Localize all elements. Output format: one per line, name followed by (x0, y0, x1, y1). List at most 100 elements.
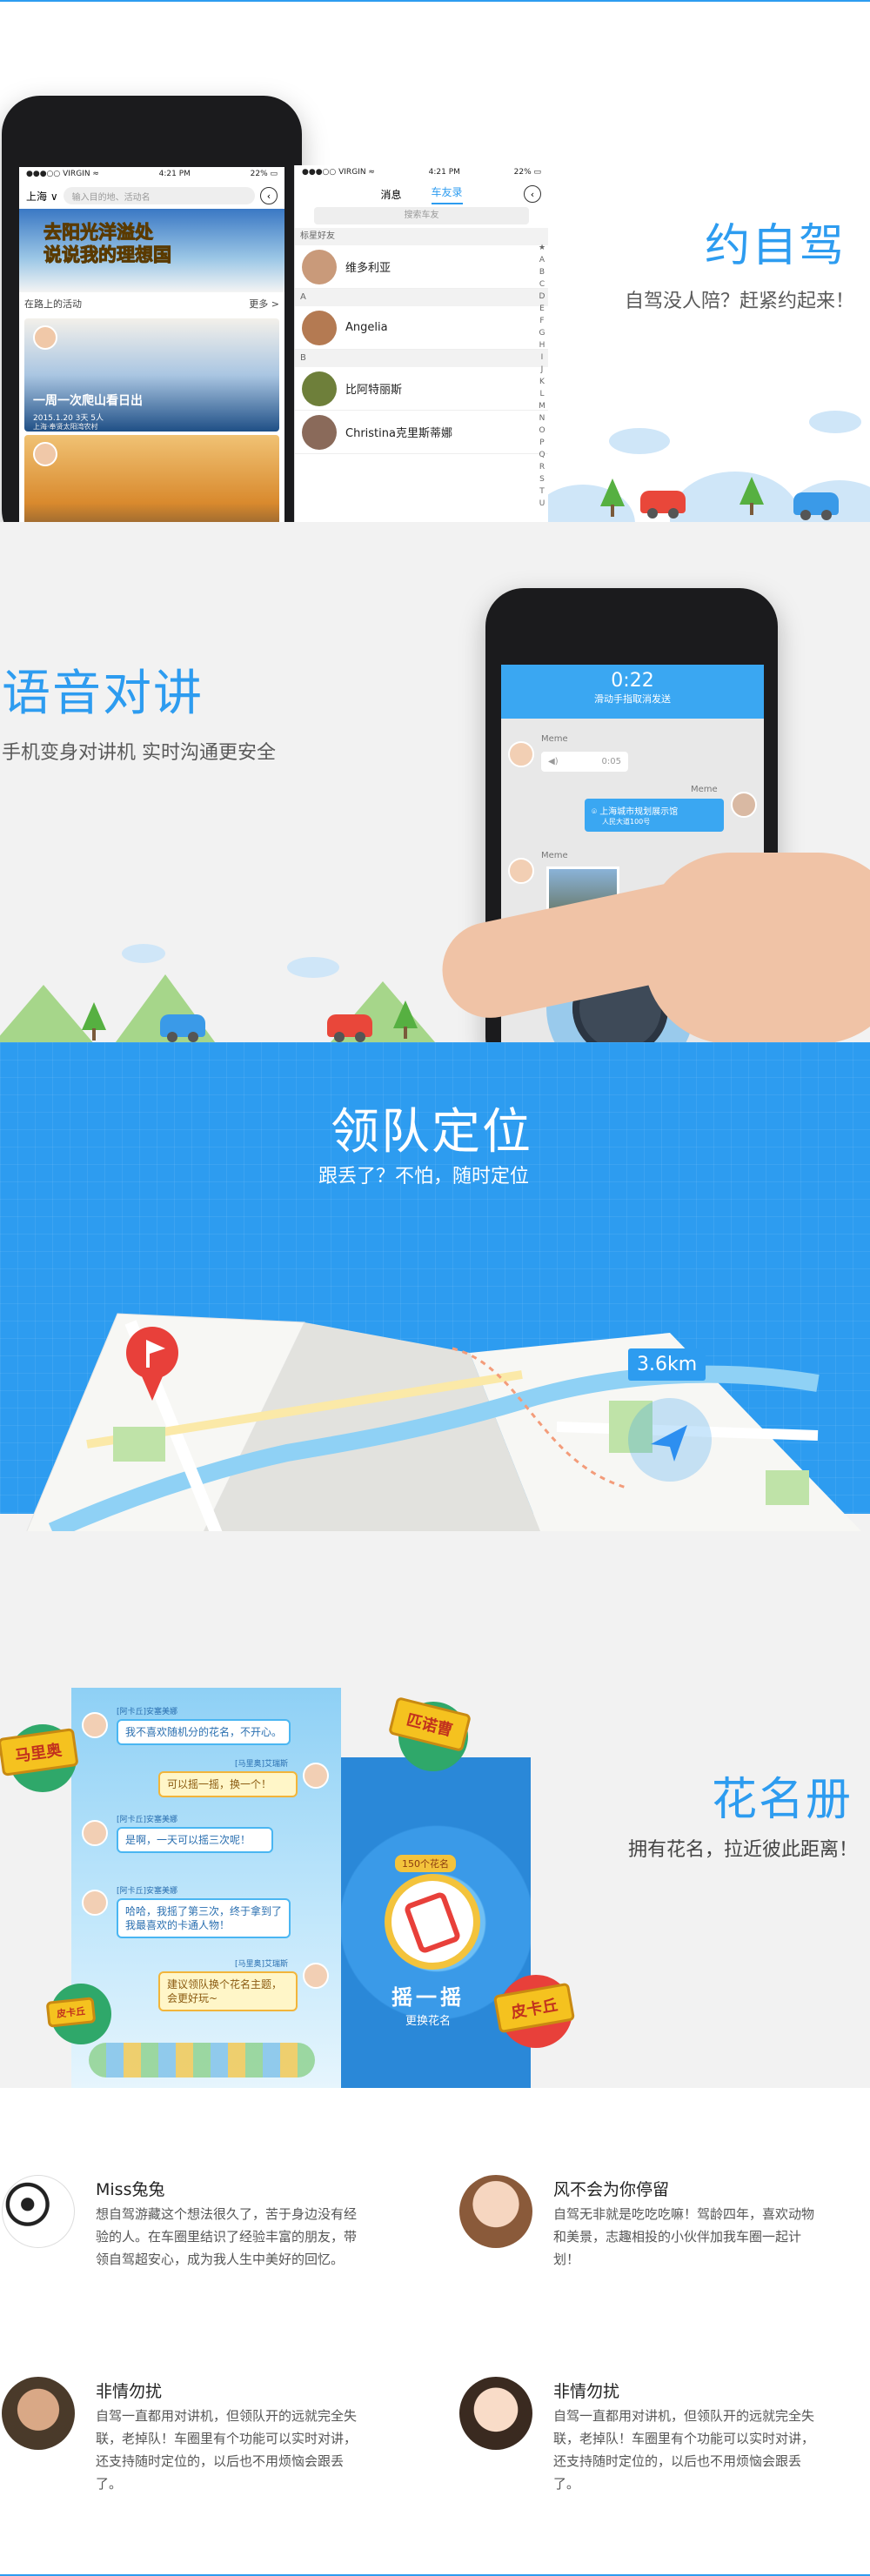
alphabet-index-letter[interactable]: E (538, 303, 546, 315)
destination-search-input[interactable]: 输入目的地、活动名 (63, 187, 255, 204)
alphabet-index-letter[interactable]: A (538, 254, 546, 266)
location-message[interactable]: ⌾ 上海城市规划展示馆 人民大道100号 (585, 799, 724, 832)
nickname-tag: 皮卡丘 (45, 1997, 97, 2028)
activity-section-label: 在路上的活动 (24, 298, 82, 310)
sender-name: Meme (541, 734, 568, 744)
avatar (82, 1890, 108, 1916)
alphabet-index-letter[interactable]: U (538, 498, 546, 510)
avatar (2, 2175, 75, 2248)
tree-decor (82, 1002, 106, 1040)
alphabet-index-letter[interactable]: G (538, 327, 546, 339)
avatar (302, 371, 337, 406)
section-title: 花名册 (712, 1774, 853, 1826)
nickname-count-badge: 150个花名 (395, 1855, 456, 1872)
car-decor (160, 1014, 205, 1042)
review-text: 自驾一直都用对讲机，但领队开的远就完全失联，老掉队！车圈里有个功能可以实时对讲，… (553, 2408, 815, 2492)
status-bar: ●●●○○ VIRGIN ≈ 4:21 PM 22% ▭ (295, 165, 548, 181)
alphabet-index-letter[interactable]: I (538, 351, 546, 364)
section-voice-intercom: 语音对讲 手机变身对讲机 实时沟通更安全 0:22 滑动手指取消发送 Meme … (0, 522, 870, 1042)
park-area (113, 1427, 165, 1462)
shake-phone-icon[interactable] (385, 1874, 480, 1970)
alphabet-index[interactable]: ★ A B C D E F G H I J K L M N O P Q R S T U (538, 242, 546, 510)
location-pin-icon: ⌾ (592, 807, 597, 817)
alphabet-index-letter[interactable]: N (538, 412, 546, 425)
back-icon[interactable]: ‹ (260, 187, 278, 204)
contact-name: 比阿特丽斯 (345, 384, 403, 397)
alphabet-index-letter[interactable]: Q (538, 449, 546, 461)
contact-search-input[interactable]: 搜索车友 (314, 207, 529, 224)
contact-row[interactable]: Christina克里斯蒂娜 (295, 411, 548, 454)
alphabet-index-letter[interactable]: R (538, 461, 546, 473)
voice-message[interactable]: ◀) 0:05 (541, 752, 628, 772)
battery-label: 22% ▭ (250, 170, 278, 178)
section-nickname-roster: 花名册 拥有花名，拉近彼此距离！ [阿卡丘]安塞美娜 我不喜欢随机分的花名，不开… (0, 1531, 870, 2088)
alphabet-index-letter[interactable]: P (538, 437, 546, 449)
contact-row[interactable]: 维多利亚 (295, 245, 548, 289)
avatar (33, 442, 57, 466)
alphabet-index-letter[interactable]: D (538, 291, 546, 303)
cancel-hint: 滑动手指取消发送 (594, 693, 671, 705)
activity-location: 上海·奉贤太阳湾农村 (33, 423, 98, 431)
contacts-screen: ●●●○○ VIRGIN ≈ 4:21 PM 22% ▭ 消息 车友录 ‹ 搜索… (294, 165, 548, 522)
cloud-decor (609, 428, 670, 454)
search-placeholder: 输入目的地、活动名 (71, 192, 151, 203)
tab-messages[interactable]: 消息 (380, 187, 401, 202)
car-decor (640, 491, 686, 519)
avatar (459, 2175, 532, 2248)
contact-row[interactable]: 比阿特丽斯 (295, 367, 548, 411)
contact-name: Angelia (345, 321, 388, 334)
chat-message: 我不喜欢随机分的花名，不开心。 (117, 1719, 291, 1745)
section-subtitle: 手机变身对讲机 实时沟通更安全 (2, 742, 276, 764)
alphabet-index-letter[interactable]: B (538, 266, 546, 278)
activity-card[interactable]: 一周一次爬山看日出 2015.1.20 3天 5人 上海·奉贤太阳湾农村 (24, 318, 279, 432)
clock-label: 4:21 PM (428, 168, 460, 177)
carrier-label: ●●●○○ VIRGIN ≈ (302, 168, 375, 177)
car-decor (327, 1014, 372, 1042)
chat-sender: [阿卡丘]安塞美娜 (117, 1816, 178, 1824)
shake-label[interactable]: 摇一摇 (392, 1980, 465, 2011)
activity-card[interactable] (24, 435, 279, 522)
tab-contacts[interactable]: 车友录 (431, 184, 463, 204)
review-author: 风不会为你停留 (553, 2180, 670, 2199)
group-header-starred: 标星好友 (295, 228, 548, 245)
review-author: 非情勿扰 (96, 2382, 163, 2401)
contact-row[interactable]: Angelia (295, 306, 548, 350)
section-subtitle: 跟丢了？不怕，随时定位 (318, 1166, 530, 1188)
alphabet-index-letter[interactable]: ★ (538, 242, 546, 254)
chat-sender: [马里奥]艾瑞斯 (235, 1760, 289, 1769)
avatar (302, 249, 337, 284)
alphabet-index-letter[interactable]: S (538, 473, 546, 485)
page: 约自驾 自驾没人陪？赶紧约起来！ ●●●○○ VIRGIN ≈ 4:21 PM … (0, 0, 870, 2576)
alphabet-index-letter[interactable]: J (538, 364, 546, 376)
tree-decor (740, 477, 764, 515)
recording-timer: 0:22 (611, 670, 654, 692)
alphabet-index-letter[interactable]: L (538, 388, 546, 400)
alphabet-index-letter[interactable]: H (538, 339, 546, 351)
avatar (302, 310, 337, 345)
phone-glyph (403, 1890, 462, 1955)
banner-line-1: 去阳光洋溢处 (44, 222, 154, 244)
location-title: 上海城市规划展示馆 (599, 807, 679, 817)
chat-message: 是啊，一天可以摇三次呢！ (117, 1827, 273, 1853)
voice-duration: 0:05 (601, 757, 621, 766)
alphabet-index-letter[interactable]: M (538, 400, 546, 412)
cloud-decor (670, 472, 800, 522)
alphabet-index-letter[interactable]: K (538, 376, 546, 388)
recording-header: 0:22 滑动手指取消发送 (501, 665, 764, 719)
alphabet-index-letter[interactable]: O (538, 425, 546, 437)
avatar (508, 741, 534, 767)
promo-banner[interactable]: 去阳光洋溢处 说说我的理想国 (19, 209, 284, 292)
city-selector[interactable]: 上海 ∨ (26, 189, 58, 204)
shake-panel: 150个花名 摇一摇 更换花名 (341, 1757, 531, 2088)
more-link[interactable]: 更多 > (249, 297, 279, 311)
shake-sublabel: 更换花名 (405, 2015, 452, 2028)
back-icon[interactable]: ‹ (524, 185, 541, 203)
cloud-decor (809, 411, 861, 433)
alphabet-index-letter[interactable]: F (538, 315, 546, 327)
distance-badge: 3.6km (628, 1348, 706, 1381)
chat-message: 建议领队换个花名主题，会更好玩~ (158, 1971, 298, 2011)
contact-name: 维多利亚 (345, 262, 392, 275)
alphabet-index-letter[interactable]: C (538, 278, 546, 291)
avatar (303, 1963, 329, 1989)
alphabet-index-letter[interactable]: T (538, 485, 546, 498)
